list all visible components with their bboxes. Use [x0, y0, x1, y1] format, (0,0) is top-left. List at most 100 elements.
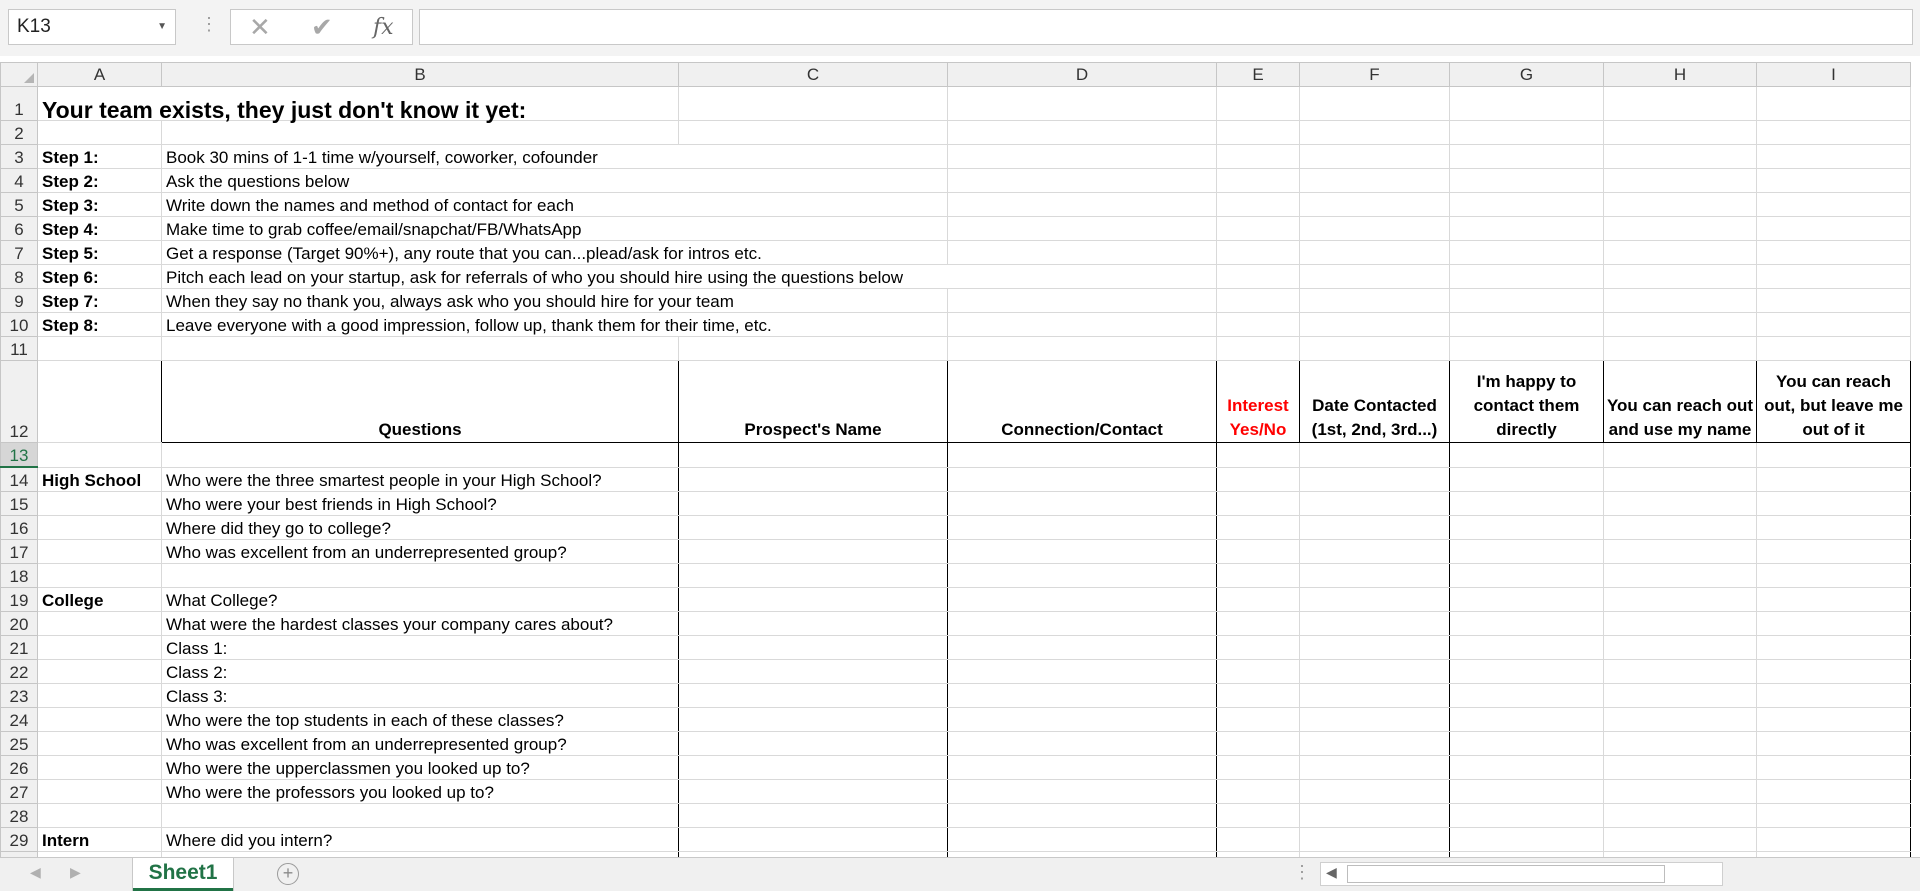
row-header[interactable]: 1	[0, 86, 38, 121]
cell[interactable]	[1756, 779, 1911, 804]
cell[interactable]	[1449, 240, 1604, 265]
step-text[interactable]: When they say no thank you, always ask w…	[161, 288, 948, 313]
question-cell[interactable]: Who was excellent from an underrepresent…	[161, 539, 679, 564]
cell[interactable]	[1603, 466, 1757, 492]
cell[interactable]	[1216, 264, 1300, 289]
cell[interactable]	[1216, 635, 1300, 660]
row-header[interactable]: 5	[0, 192, 38, 217]
cell[interactable]	[1449, 539, 1604, 564]
row-header[interactable]: 14	[0, 466, 38, 492]
cell[interactable]	[678, 755, 948, 780]
question-cell[interactable]: Class 2:	[161, 659, 679, 684]
cell[interactable]	[1299, 120, 1450, 145]
cell[interactable]	[1603, 491, 1757, 516]
cell[interactable]	[678, 779, 948, 804]
cell[interactable]	[947, 168, 1217, 193]
cell[interactable]	[678, 587, 948, 612]
header-happy-to-contact[interactable]: I'm happy to contact them directly	[1449, 360, 1604, 443]
row-header[interactable]: 21	[0, 635, 38, 660]
enter-icon[interactable]: ✔	[311, 12, 333, 43]
question-cell[interactable]: Where did you intern?	[161, 827, 679, 852]
cell[interactable]	[947, 659, 1217, 684]
cell[interactable]	[678, 515, 948, 540]
step-label[interactable]: Step 6:	[37, 264, 162, 289]
cell[interactable]	[1449, 442, 1604, 468]
row-header[interactable]: 25	[0, 731, 38, 756]
cell[interactable]	[1449, 731, 1604, 756]
cell[interactable]	[947, 683, 1217, 708]
cell[interactable]	[1449, 312, 1604, 337]
cell[interactable]	[1449, 144, 1604, 169]
cell[interactable]	[1603, 707, 1757, 732]
cell[interactable]	[1216, 779, 1300, 804]
cell[interactable]	[1216, 86, 1300, 121]
cell[interactable]	[678, 442, 948, 468]
cell[interactable]	[1299, 779, 1450, 804]
cell[interactable]	[1449, 216, 1604, 241]
cell[interactable]	[1603, 168, 1757, 193]
cell[interactable]	[1216, 240, 1300, 265]
cell[interactable]	[1216, 539, 1300, 564]
column-header[interactable]: H	[1603, 62, 1757, 87]
row-header[interactable]: 26	[0, 755, 38, 780]
cell[interactable]	[1449, 827, 1604, 852]
cell[interactable]	[1756, 827, 1911, 852]
cell[interactable]	[1603, 288, 1757, 313]
cell[interactable]	[947, 144, 1217, 169]
cell[interactable]	[37, 491, 162, 516]
cell[interactable]	[1756, 288, 1911, 313]
cell[interactable]	[1603, 442, 1757, 468]
cell[interactable]	[1449, 659, 1604, 684]
cell[interactable]	[1756, 659, 1911, 684]
step-text[interactable]: Pitch each lead on your startup, ask for…	[161, 264, 1217, 289]
cell[interactable]	[678, 491, 948, 516]
step-label[interactable]: Step 1:	[37, 144, 162, 169]
header-questions[interactable]: Questions	[161, 360, 679, 443]
row-header[interactable]: 15	[0, 491, 38, 516]
cell[interactable]	[1603, 264, 1757, 289]
cell[interactable]	[161, 563, 679, 588]
cell[interactable]	[947, 216, 1217, 241]
cell[interactable]	[1449, 491, 1604, 516]
cell[interactable]	[947, 827, 1217, 852]
cell[interactable]	[947, 491, 1217, 516]
cell[interactable]	[37, 539, 162, 564]
name-box[interactable]: K13 ▼	[8, 9, 176, 45]
column-header[interactable]: G	[1449, 62, 1604, 87]
cell[interactable]	[1216, 312, 1300, 337]
cell[interactable]	[1603, 683, 1757, 708]
question-cell[interactable]: Where did they go to college?	[161, 515, 679, 540]
cell[interactable]	[1216, 168, 1300, 193]
cell[interactable]	[1216, 216, 1300, 241]
cell[interactable]	[1603, 755, 1757, 780]
cell[interactable]	[37, 707, 162, 732]
cell[interactable]	[1299, 216, 1450, 241]
cell[interactable]	[37, 611, 162, 636]
cell[interactable]	[1216, 563, 1300, 588]
cell[interactable]	[1756, 707, 1911, 732]
header-leave-me-out[interactable]: You can reach out, but leave me out of i…	[1756, 360, 1911, 443]
cell[interactable]	[37, 120, 162, 145]
cell[interactable]	[1216, 120, 1300, 145]
cell[interactable]	[1756, 120, 1911, 145]
cell[interactable]	[1603, 144, 1757, 169]
row-header[interactable]: 9	[0, 288, 38, 313]
step-text[interactable]: Write down the names and method of conta…	[161, 192, 948, 217]
cell[interactable]	[947, 731, 1217, 756]
cell[interactable]	[1299, 731, 1450, 756]
scrollbar-thumb[interactable]	[1347, 865, 1665, 883]
cell[interactable]	[1756, 491, 1911, 516]
cell[interactable]	[1299, 336, 1450, 361]
cell[interactable]	[947, 635, 1217, 660]
column-header[interactable]: D	[947, 62, 1217, 87]
cell[interactable]	[1216, 803, 1300, 828]
question-cell[interactable]: Who were the professors you looked up to…	[161, 779, 679, 804]
cell[interactable]	[1449, 635, 1604, 660]
cell[interactable]	[1299, 192, 1450, 217]
row-header[interactable]: 6	[0, 216, 38, 241]
cell[interactable]	[1216, 755, 1300, 780]
cell[interactable]	[37, 360, 162, 443]
cell[interactable]	[1756, 563, 1911, 588]
cell[interactable]	[678, 659, 948, 684]
cell[interactable]	[1603, 539, 1757, 564]
